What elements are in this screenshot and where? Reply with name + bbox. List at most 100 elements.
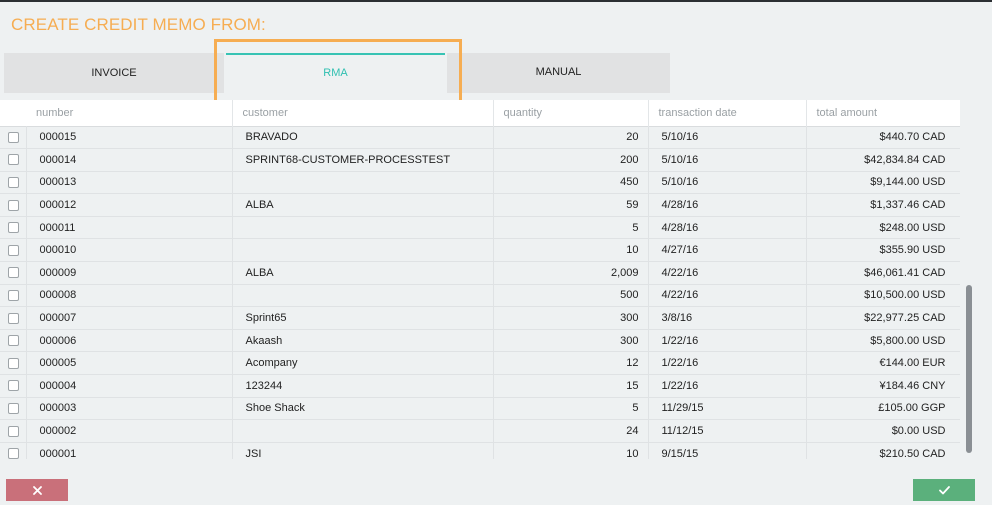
cell-transaction-date: 4/27/16 [648, 238, 807, 263]
cell-number: 000012 [26, 193, 233, 217]
close-icon [32, 485, 42, 495]
row-checkbox-cell [0, 374, 27, 398]
cell-quantity: 10 [493, 238, 649, 263]
cell-total-amount: $0.00 USD [806, 419, 960, 443]
cell-transaction-date: 1/22/16 [648, 351, 807, 376]
row-checkbox-cell [0, 442, 27, 459]
cell-customer: Akaash [232, 329, 494, 353]
tab-manual[interactable]: MANUAL [447, 53, 670, 93]
header-customer[interactable]: customer [232, 100, 494, 126]
row-checkbox-cell [0, 284, 27, 308]
row-checkbox-cell [0, 306, 27, 330]
cell-customer [232, 171, 494, 195]
table-row[interactable]: 000005 Acompany 12 1/22/16 €144.00 EUR [0, 351, 960, 376]
table-row[interactable]: 000015 BRAVADO 20 5/10/16 $440.70 CAD [0, 125, 960, 150]
row-checkbox-cell [0, 148, 27, 172]
cell-customer: 123244 [232, 374, 494, 398]
row-checkbox[interactable] [8, 131, 19, 143]
row-checkbox[interactable] [8, 290, 19, 302]
cell-quantity: 10 [493, 442, 649, 459]
cell-customer: ALBA [232, 261, 494, 285]
cancel-button[interactable] [6, 479, 68, 501]
row-checkbox[interactable] [8, 177, 19, 189]
tab-rma-label: RMA [323, 67, 348, 79]
confirm-button[interactable] [913, 479, 975, 501]
cell-total-amount: $42,834.84 CAD [806, 148, 960, 172]
cell-number: 000004 [26, 374, 233, 398]
cell-number: 000007 [26, 306, 233, 330]
cell-customer [232, 216, 494, 240]
cell-number: 000014 [26, 148, 233, 172]
table-row[interactable]: 000011 5 4/28/16 $248.00 USD [0, 216, 960, 240]
cell-customer: JSI [232, 442, 494, 459]
table-row[interactable]: 000014 SPRINT68-CUSTOMER-PROCESSTEST 200 5/… [0, 148, 960, 172]
table-row[interactable]: 000007 Sprint65 300 3/8/16 $22,977.25 CAD [0, 306, 960, 330]
cell-transaction-date: 4/22/16 [648, 284, 807, 308]
row-checkbox[interactable] [8, 448, 19, 459]
cell-transaction-date: 5/10/16 [648, 171, 807, 195]
row-checkbox[interactable] [8, 425, 19, 437]
tab-rma[interactable]: RMA [224, 53, 447, 93]
cell-transaction-date: 5/10/16 [648, 125, 807, 150]
cell-transaction-date: 1/22/16 [648, 329, 807, 353]
page-title: CREATE CREDIT MEMO FROM: [11, 15, 266, 34]
row-checkbox[interactable] [8, 222, 19, 234]
cell-quantity: 5 [493, 397, 649, 421]
cell-total-amount: $355.90 USD [806, 238, 960, 263]
cell-total-amount: $210.50 CAD [806, 442, 960, 459]
table-row[interactable]: 000009 ALBA 2,009 4/22/16 $46,061.41 CAD [0, 261, 960, 285]
table-row[interactable]: 000003 Shoe Shack 5 11/29/15 £105.00 GGP [0, 397, 960, 421]
row-checkbox[interactable] [8, 335, 19, 347]
cell-number: 000015 [26, 125, 233, 150]
table-row[interactable]: 000004 123244 15 1/22/16 ¥184.46 CNY [0, 374, 960, 398]
table-row[interactable]: 000013 450 5/10/16 $9,144.00 USD [0, 171, 960, 195]
cell-customer: Sprint65 [232, 306, 494, 330]
cell-transaction-date: 11/29/15 [648, 397, 807, 421]
header-transaction-date[interactable]: transaction date [648, 100, 807, 126]
cell-total-amount: $46,061.41 CAD [806, 261, 960, 285]
cell-customer: BRAVADO [232, 125, 494, 150]
row-checkbox[interactable] [8, 312, 19, 324]
cell-quantity: 300 [493, 306, 649, 330]
table-row[interactable]: 000012 ALBA 59 4/28/16 $1,337.46 CAD [0, 193, 960, 217]
header-total-amount[interactable]: total amount [806, 100, 960, 126]
cell-quantity: 2,009 [493, 261, 649, 285]
tab-invoice[interactable]: INVOICE [4, 53, 224, 93]
cell-customer [232, 419, 494, 443]
row-checkbox[interactable] [8, 380, 19, 392]
check-icon [938, 485, 950, 495]
table-row[interactable]: 000006 Akaash 300 1/22/16 $5,800.00 USD [0, 329, 960, 353]
row-checkbox-cell [0, 261, 27, 285]
table-row[interactable]: 000002 24 11/12/15 $0.00 USD [0, 419, 960, 443]
cell-transaction-date: 3/8/16 [648, 306, 807, 330]
scrollbar-thumb[interactable] [966, 285, 972, 453]
cell-customer [232, 284, 494, 308]
row-checkbox-cell [0, 216, 27, 240]
row-checkbox-cell [0, 125, 27, 150]
header-quantity[interactable]: quantity [493, 100, 649, 126]
table-row[interactable]: 000010 10 4/27/16 $355.90 USD [0, 238, 960, 263]
table-header-row: number customer quantity transaction dat… [0, 100, 960, 126]
cell-transaction-date: 1/22/16 [648, 374, 807, 398]
active-tab-indicator [226, 53, 445, 55]
cell-customer [232, 238, 494, 263]
cell-quantity: 5 [493, 216, 649, 240]
cell-customer: ALBA [232, 193, 494, 217]
row-checkbox[interactable] [8, 403, 19, 415]
cell-customer: Shoe Shack [232, 397, 494, 421]
table-row[interactable]: 000001 JSI 10 9/15/15 $210.50 CAD [0, 442, 960, 459]
cell-quantity: 20 [493, 125, 649, 150]
row-checkbox[interactable] [8, 244, 19, 256]
tab-manual-label: MANUAL [535, 66, 582, 78]
table-row[interactable]: 000008 500 4/22/16 $10,500.00 USD [0, 284, 960, 308]
header-number[interactable]: number [26, 100, 233, 126]
row-checkbox[interactable] [8, 357, 19, 369]
row-checkbox[interactable] [8, 267, 19, 279]
row-checkbox-cell [0, 419, 27, 443]
cell-number: 000010 [26, 238, 233, 263]
cell-quantity: 200 [493, 148, 649, 172]
row-checkbox-cell [0, 397, 27, 421]
row-checkbox[interactable] [8, 199, 19, 211]
row-checkbox[interactable] [8, 154, 19, 166]
cell-total-amount: $9,144.00 USD [806, 171, 960, 195]
